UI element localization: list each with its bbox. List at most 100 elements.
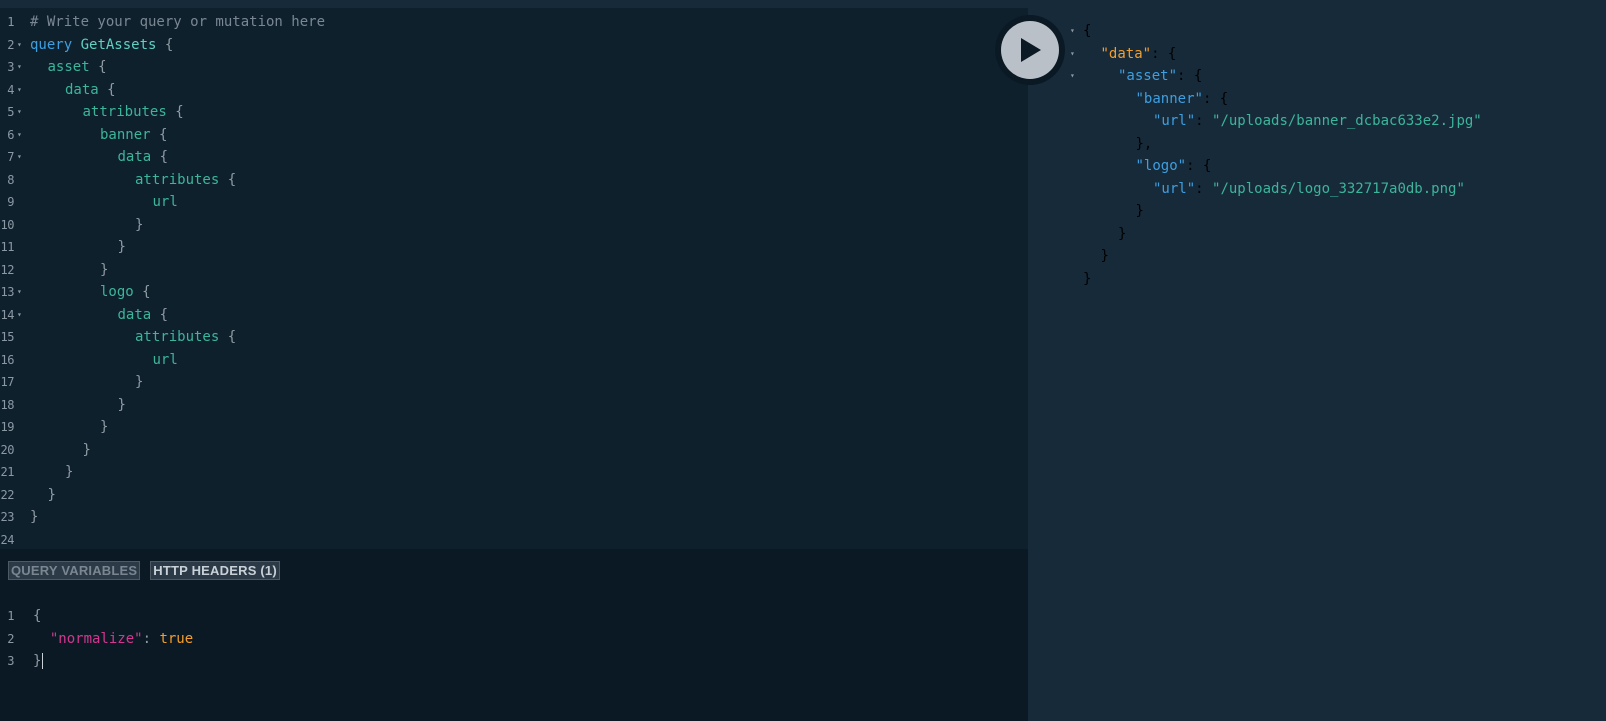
line-number: 13 (0, 285, 15, 299)
code-token: attributes (82, 104, 167, 120)
line-number: 23 (0, 510, 15, 524)
line-number: 10 (0, 217, 15, 232)
code-token: } (1083, 270, 1092, 287)
code-token: : { (1151, 45, 1177, 62)
fold-toggle-icon[interactable]: ▾ (1070, 20, 1075, 43)
code-token: # Write your query or mutation here (30, 14, 326, 30)
line-code[interactable]: attributes { (135, 169, 236, 192)
line-number: 9 (7, 195, 14, 209)
fold-toggle-icon[interactable]: ▾ (17, 34, 27, 57)
fold-toggle-icon[interactable]: ▾ (1070, 65, 1075, 88)
line-code: "data": { (1101, 43, 1177, 66)
line-number: 1 (7, 15, 14, 29)
code-token: } (47, 486, 56, 503)
code-token: } (135, 216, 144, 233)
line-number: 1 (7, 609, 14, 623)
bottom-tabs: QUERY VARIABLES HTTP HEADERS (1) (8, 561, 280, 580)
line-code: } (1136, 200, 1144, 223)
code-token: : { (1202, 90, 1229, 107)
line-code[interactable]: } (30, 506, 38, 529)
line-code[interactable]: } (83, 439, 91, 462)
fold-toggle-icon[interactable]: ▾ (17, 146, 27, 169)
code-token: attributes (135, 329, 220, 345)
line-number: 3 (7, 60, 14, 74)
line-code[interactable]: } (100, 259, 108, 282)
code-token: { (1083, 23, 1092, 39)
line-code[interactable]: } (135, 371, 143, 394)
code-token: asset (47, 59, 90, 75)
fold-toggle-icon[interactable]: ▾ (17, 101, 27, 124)
line-code[interactable]: banner { (100, 124, 167, 147)
fold-toggle-icon[interactable]: ▾ (17, 56, 27, 79)
line-number: 14 (0, 307, 15, 322)
line-code[interactable]: } (48, 484, 56, 507)
fold-toggle-icon[interactable]: ▾ (17, 304, 27, 327)
code-token: } (33, 653, 42, 669)
line-number: 24 (0, 532, 15, 547)
code-token: attributes (135, 171, 220, 188)
code-token: } (100, 419, 109, 435)
code-token: } (30, 509, 39, 525)
code-token: : (142, 630, 160, 647)
line-number: 19 (0, 420, 15, 434)
play-icon (1021, 38, 1041, 62)
code-token: data (117, 306, 152, 323)
code-token: } (1135, 203, 1144, 219)
line-number: 22 (0, 487, 15, 502)
code-token: } (117, 239, 126, 255)
fold-toggle-icon[interactable]: ▾ (17, 79, 27, 102)
line-code[interactable]: url (153, 191, 178, 214)
line-code[interactable]: logo { (100, 281, 151, 304)
line-code[interactable]: } (135, 214, 143, 237)
line-code[interactable]: { (33, 605, 41, 628)
code-token: "url" (1153, 113, 1196, 129)
line-code[interactable]: attributes { (135, 326, 236, 349)
run-button-face[interactable] (1001, 21, 1059, 79)
line-code: } (1101, 245, 1109, 268)
line-code[interactable]: asset { (48, 56, 107, 79)
code-token: } (82, 441, 91, 458)
query-editor[interactable]: 1 # Write your query or mutation here 2 ▾ qu… (0, 8, 1028, 549)
code-token: { (33, 608, 42, 624)
code-token: url (152, 351, 178, 368)
line-code[interactable]: attributes { (83, 101, 184, 124)
line-code[interactable]: # Write your query or mutation here (30, 11, 325, 34)
line-code[interactable]: url (153, 349, 178, 372)
code-token: data (65, 81, 99, 98)
line-code: "url": "/uploads/logo_332717a0db.png" (1153, 178, 1465, 201)
execute-query-button[interactable] (995, 15, 1065, 85)
tab-query-variables[interactable]: QUERY VARIABLES (8, 561, 141, 580)
code-token: "logo" (1135, 158, 1187, 174)
line-code[interactable]: data { (65, 79, 116, 102)
line-code[interactable]: query GetAssets { (30, 34, 173, 57)
line-code[interactable]: data { (118, 304, 169, 327)
code-token: logo (100, 284, 134, 300)
line-code[interactable]: "normalize": true (33, 628, 193, 651)
tab-http-headers[interactable]: HTTP HEADERS (1) (150, 561, 280, 580)
code-token: true (159, 630, 194, 647)
result-viewer: ▾{▾ "data": {▾ "asset": {"banner": {"url":… (1028, 8, 1606, 721)
code-token: "url" (1153, 180, 1196, 197)
line-code[interactable]: } (33, 650, 44, 673)
line-code[interactable]: } (65, 461, 73, 484)
code-token: "/uploads/logo_332717a0db.png" (1212, 180, 1465, 197)
code-token: } (1118, 225, 1127, 242)
code-token: data (117, 149, 152, 165)
line-number: 4 (7, 82, 14, 97)
code-token: } (1100, 248, 1109, 264)
line-number: 17 (0, 375, 15, 389)
line-code[interactable]: } (118, 236, 126, 259)
line-number: 11 (0, 240, 15, 254)
fold-toggle-icon[interactable]: ▾ (17, 281, 27, 304)
line-number: 8 (7, 172, 14, 187)
line-code[interactable]: } (100, 416, 108, 439)
code-token: } (117, 396, 126, 413)
code-token: "normalize" (49, 630, 143, 647)
line-number: 5 (7, 105, 14, 119)
line-code[interactable]: data { (118, 146, 169, 169)
code-token: url (152, 194, 178, 210)
fold-toggle-icon[interactable]: ▾ (17, 124, 27, 147)
line-code[interactable]: } (118, 394, 126, 417)
fold-toggle-icon[interactable]: ▾ (1070, 43, 1075, 66)
code-token: { (151, 149, 169, 165)
